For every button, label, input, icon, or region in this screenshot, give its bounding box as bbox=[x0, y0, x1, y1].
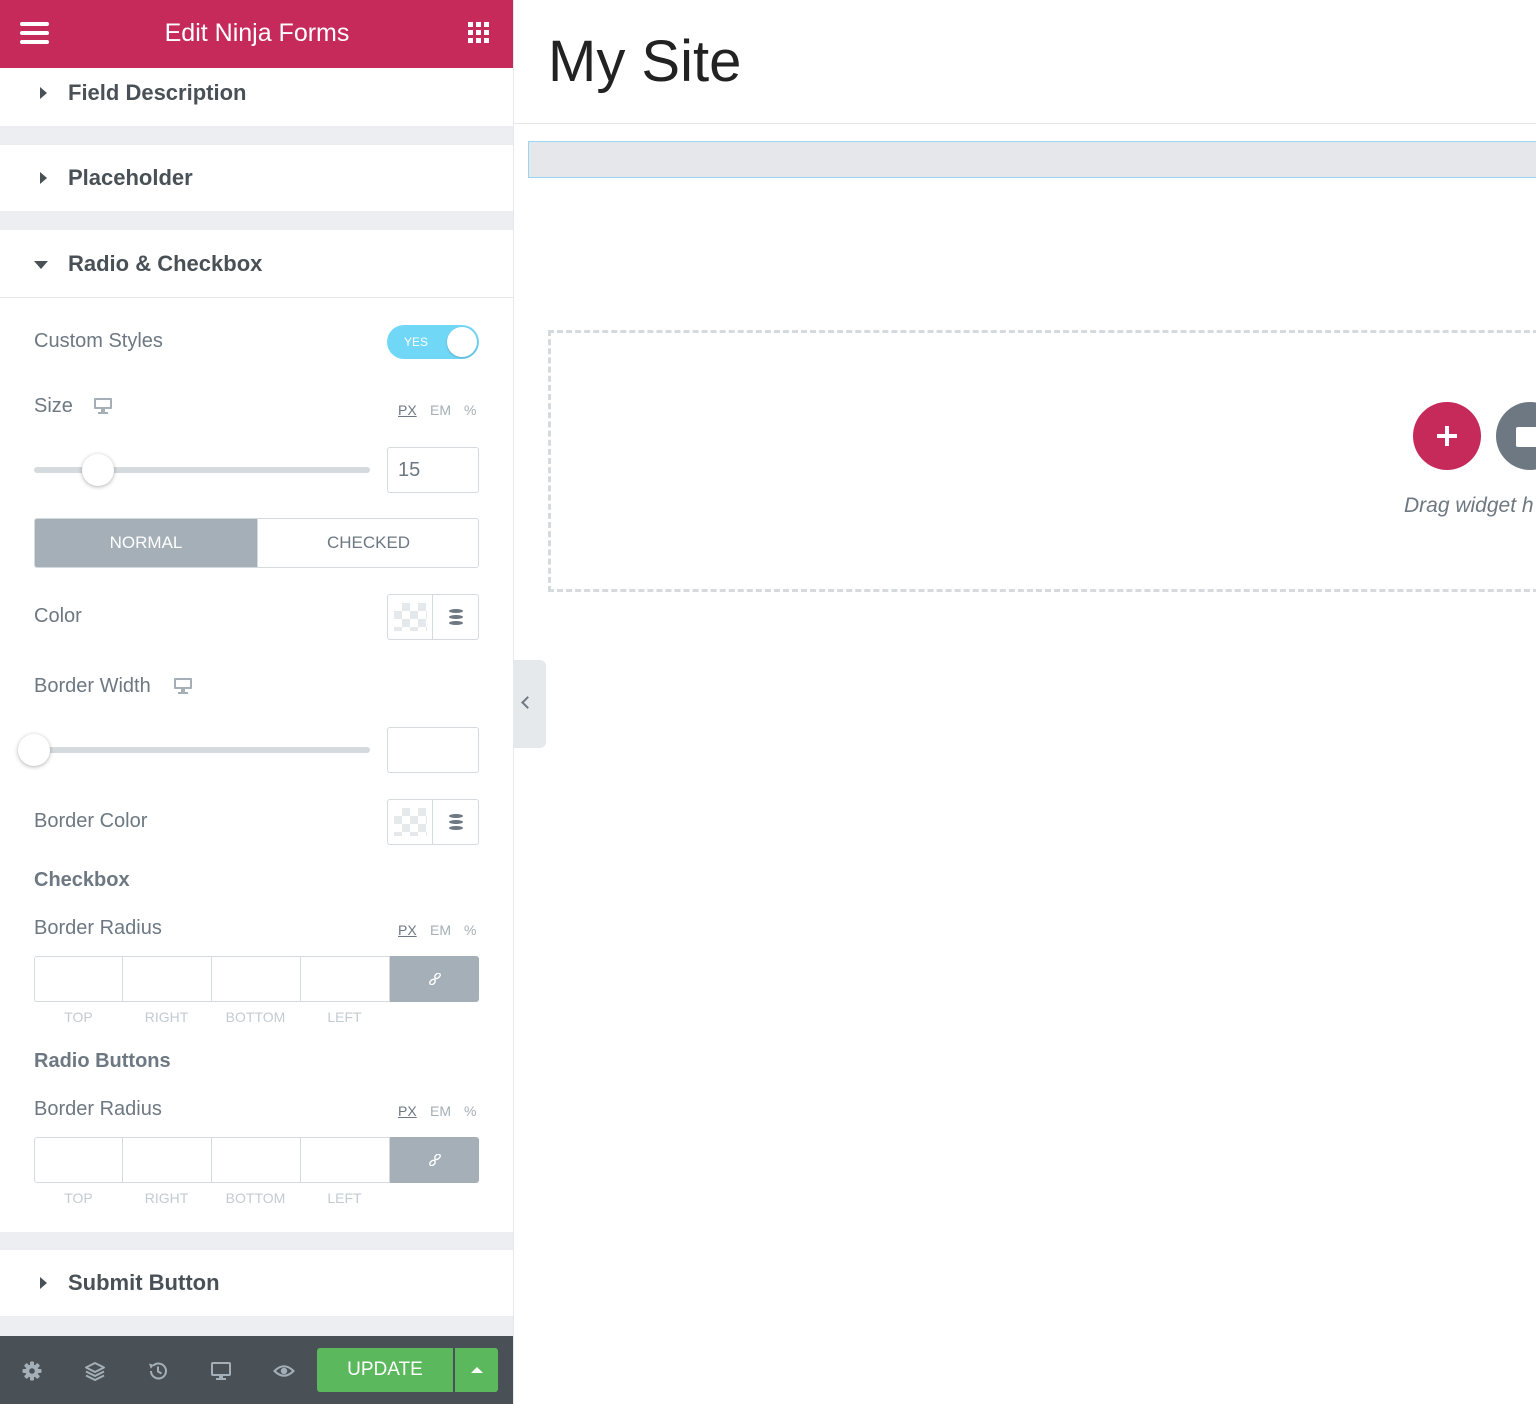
color-swatch[interactable] bbox=[394, 808, 427, 836]
tab-normal[interactable]: NORMAL bbox=[35, 519, 257, 567]
dim-right-input[interactable] bbox=[122, 1137, 212, 1183]
history-icon[interactable] bbox=[147, 1360, 169, 1382]
dim-top-input[interactable] bbox=[34, 1137, 123, 1183]
link-icon bbox=[429, 973, 441, 985]
unit-px[interactable]: PX bbox=[398, 1103, 417, 1119]
section-label: Field Description bbox=[68, 80, 247, 105]
site-title[interactable]: My Site bbox=[548, 28, 741, 95]
size-input[interactable]: 15 bbox=[387, 447, 479, 493]
layers-icon[interactable] bbox=[84, 1360, 106, 1382]
size-label: Size bbox=[34, 395, 73, 417]
border-width-slider-handle[interactable] bbox=[18, 734, 50, 766]
monitor-icon[interactable] bbox=[210, 1360, 232, 1382]
database-icon[interactable] bbox=[449, 609, 463, 625]
update-button[interactable]: UPDATE bbox=[317, 1348, 453, 1392]
monitor-icon[interactable] bbox=[94, 398, 112, 414]
dim-top-input[interactable] bbox=[34, 956, 123, 1002]
unit-em[interactable]: EM bbox=[430, 922, 451, 938]
section-radio-checkbox[interactable]: Radio & Checkbox bbox=[0, 230, 513, 298]
border-width-input[interactable] bbox=[387, 727, 479, 773]
section-gap bbox=[0, 1316, 513, 1336]
link-values-button[interactable] bbox=[390, 1137, 479, 1183]
dim-left-input[interactable] bbox=[300, 1137, 390, 1183]
dim-bottom-input[interactable] bbox=[211, 956, 301, 1002]
radio-border-radius-label: Border Radius bbox=[34, 1098, 162, 1120]
monitor-icon[interactable] bbox=[174, 678, 192, 694]
radio-buttons-heading: Radio Buttons bbox=[34, 1050, 171, 1072]
collapse-panel-button[interactable] bbox=[514, 660, 546, 748]
dim-caption-bottom: BOTTOM bbox=[225, 1009, 286, 1025]
unit-px[interactable]: PX bbox=[398, 402, 417, 418]
link-values-button[interactable] bbox=[390, 956, 479, 1002]
color-label: Color bbox=[34, 605, 82, 627]
caret-right-icon bbox=[40, 1277, 47, 1289]
link-icon bbox=[429, 1154, 441, 1166]
grid-icon[interactable] bbox=[468, 22, 490, 44]
unit-px[interactable]: PX bbox=[398, 922, 417, 938]
section-label: Radio & Checkbox bbox=[68, 251, 263, 276]
border-width-slider-track[interactable] bbox=[34, 747, 370, 753]
panel-title: Edit Ninja Forms bbox=[164, 19, 350, 47]
dim-caption-right: RIGHT bbox=[144, 1009, 189, 1025]
dim-caption-top: TOP bbox=[64, 1190, 93, 1206]
custom-styles-label: Custom Styles bbox=[34, 330, 163, 352]
panel-header: Edit Ninja Forms bbox=[0, 0, 513, 68]
unit-percent[interactable]: % bbox=[464, 922, 476, 938]
radio-radius-dims bbox=[34, 1137, 479, 1183]
database-icon[interactable] bbox=[449, 814, 463, 830]
divider bbox=[0, 297, 513, 298]
toggle-knob bbox=[447, 327, 477, 357]
section-gap bbox=[0, 211, 513, 230]
add-section-button[interactable] bbox=[1413, 402, 1481, 470]
dim-left-input[interactable] bbox=[300, 956, 390, 1002]
unit-em[interactable]: EM bbox=[430, 402, 451, 418]
eye-icon[interactable] bbox=[273, 1360, 295, 1382]
caret-right-icon bbox=[40, 87, 47, 99]
dim-right-input[interactable] bbox=[122, 956, 212, 1002]
radio-dim-captions: TOP RIGHT BOTTOM LEFT bbox=[34, 1190, 390, 1208]
dim-caption-bottom: BOTTOM bbox=[225, 1190, 286, 1206]
header-divider bbox=[514, 123, 1536, 124]
editor-panel: Edit Ninja Forms Field Description Place… bbox=[0, 0, 514, 1404]
drag-widget-hint: Drag widget h bbox=[1404, 494, 1534, 517]
section-field-description[interactable]: Field Description bbox=[0, 68, 513, 126]
border-color-picker bbox=[387, 799, 479, 845]
dim-bottom-input[interactable] bbox=[211, 1137, 301, 1183]
dim-caption-top: TOP bbox=[64, 1009, 93, 1025]
unit-percent[interactable]: % bbox=[464, 1103, 476, 1119]
checkbox-dim-captions: TOP RIGHT BOTTOM LEFT bbox=[34, 1009, 390, 1027]
caret-up-icon bbox=[471, 1367, 483, 1373]
color-swatch[interactable] bbox=[394, 603, 427, 631]
unit-em[interactable]: EM bbox=[430, 1103, 451, 1119]
checkbox-radius-dims bbox=[34, 956, 479, 1002]
section-gap bbox=[0, 126, 513, 145]
toggle-yes-text: YES bbox=[404, 335, 429, 349]
border-color-label: Border Color bbox=[34, 810, 148, 832]
custom-styles-toggle[interactable]: YES bbox=[387, 325, 479, 359]
section-gap bbox=[0, 1232, 513, 1250]
size-slider-handle[interactable] bbox=[81, 454, 114, 486]
color-picker bbox=[387, 594, 479, 640]
chevron-left-icon bbox=[521, 696, 534, 709]
dim-caption-left: LEFT bbox=[327, 1190, 362, 1206]
update-options-button[interactable] bbox=[455, 1348, 498, 1392]
caret-down-icon bbox=[34, 261, 48, 269]
checkbox-heading: Checkbox bbox=[34, 869, 130, 891]
folder-icon bbox=[1516, 427, 1536, 447]
border-width-label: Border Width bbox=[34, 675, 151, 697]
dim-caption-right: RIGHT bbox=[144, 1190, 189, 1206]
empty-section-dropzone[interactable] bbox=[548, 330, 1536, 592]
section-submit-button[interactable]: Submit Button bbox=[0, 1250, 513, 1316]
gear-icon[interactable] bbox=[21, 1360, 43, 1382]
section-label: Submit Button bbox=[68, 1270, 220, 1295]
unit-percent[interactable]: % bbox=[464, 402, 476, 418]
section-label: Placeholder bbox=[68, 165, 193, 190]
ninja-form-widget[interactable] bbox=[528, 141, 1536, 178]
checkbox-border-radius-label: Border Radius bbox=[34, 917, 162, 939]
state-tabs: NORMAL CHECKED bbox=[34, 518, 479, 568]
caret-right-icon bbox=[40, 172, 47, 184]
section-placeholder[interactable]: Placeholder bbox=[0, 145, 513, 211]
tab-checked[interactable]: CHECKED bbox=[257, 519, 478, 567]
dim-caption-left: LEFT bbox=[327, 1009, 362, 1025]
